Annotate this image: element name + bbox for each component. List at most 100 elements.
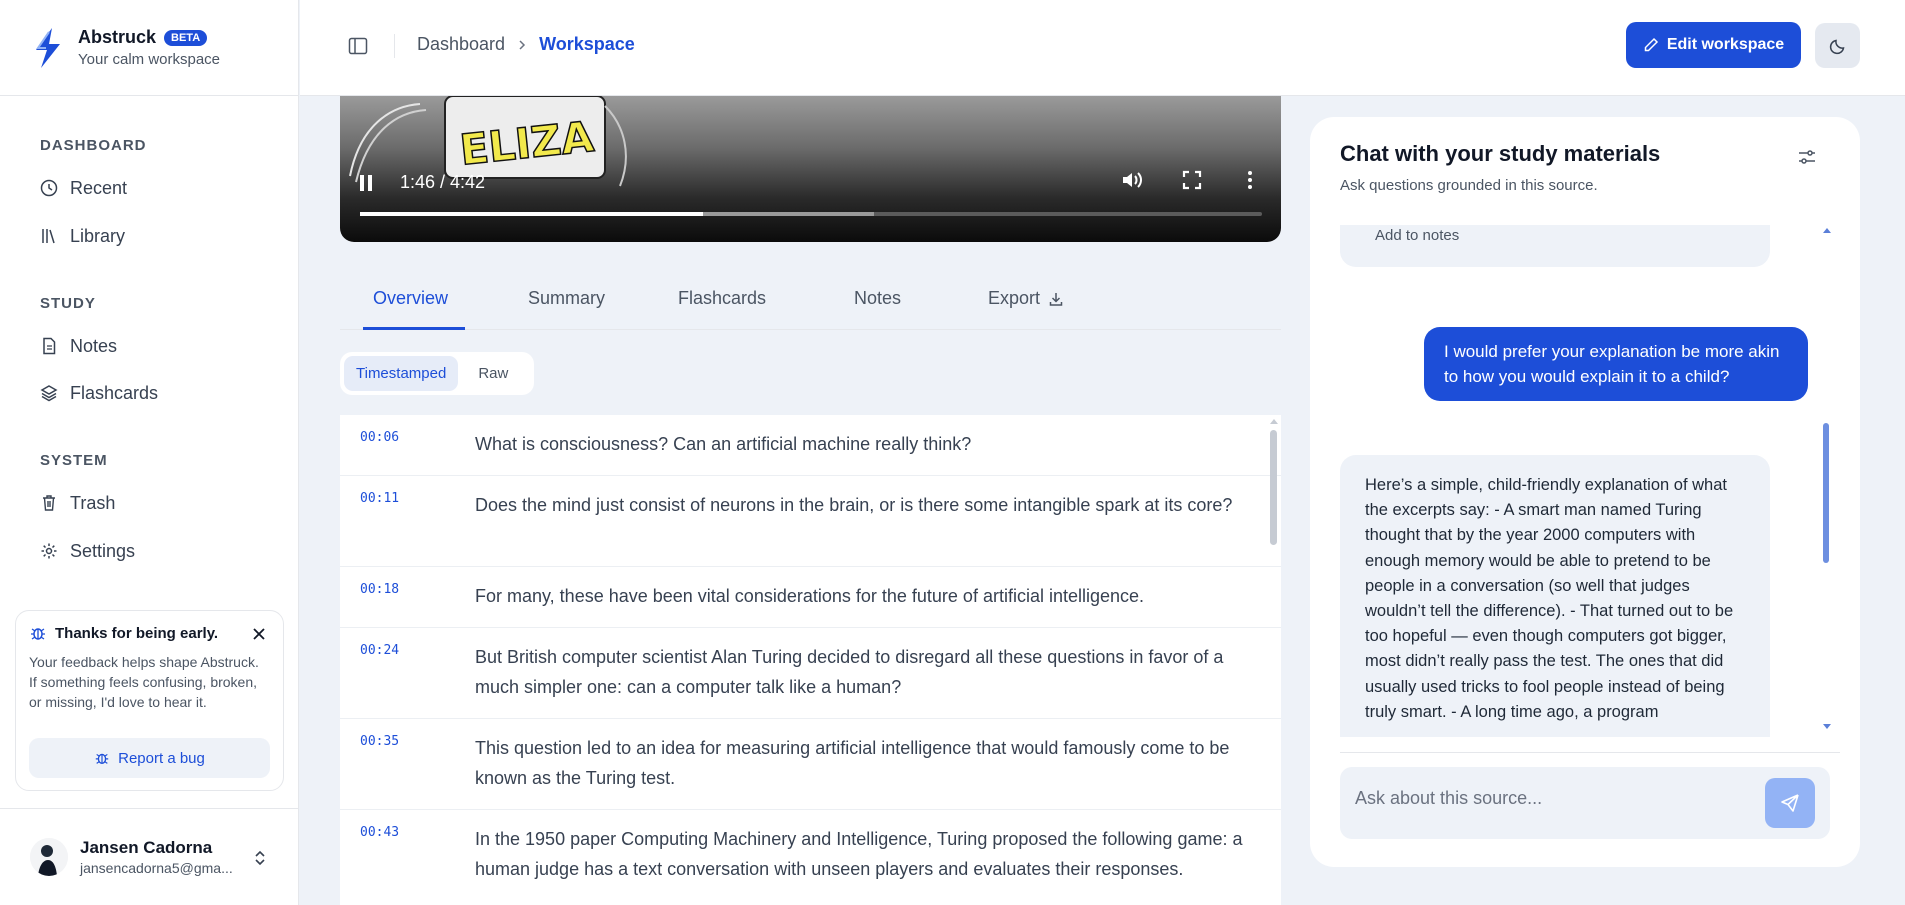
tab-summary[interactable]: Summary <box>528 288 605 309</box>
chevron-up-down-icon[interactable] <box>253 849 267 867</box>
beta-badge: BETA <box>164 29 208 46</box>
sidebar-item-library[interactable]: Library <box>40 224 147 248</box>
sidebar: Abstruck BETA Your calm workspace DASHBO… <box>0 0 299 905</box>
feedback-text: Your feedback helps shape Abstruck. If s… <box>29 654 259 710</box>
close-icon[interactable] <box>252 627 266 641</box>
sidebar-item-trash[interactable]: Trash <box>40 491 135 515</box>
pencil-icon <box>1644 37 1658 52</box>
gear-icon <box>41 543 57 559</box>
breadcrumb-workspace: Workspace <box>539 34 635 54</box>
scroll-up-arrow-icon[interactable] <box>1822 226 1832 234</box>
pause-icon[interactable] <box>358 174 374 192</box>
transcript-row: 00:06 What is consciousness? Can an arti… <box>340 415 1281 476</box>
edit-workspace-label: Edit workspace <box>1666 36 1785 53</box>
progress-track[interactable] <box>360 212 1262 216</box>
send-button[interactable] <box>1765 778 1815 828</box>
divider <box>394 34 395 58</box>
timestamp-link[interactable]: 00:24 <box>360 643 399 658</box>
sidebar-item-label: Library <box>70 225 126 246</box>
played-bar <box>360 212 703 216</box>
transcript-text: Does the mind just consist of neurons in… <box>475 495 1233 515</box>
report-bug-label: Report a bug <box>118 749 205 767</box>
active-tab-indicator <box>363 327 465 330</box>
sliders-icon[interactable] <box>1797 147 1817 167</box>
message-list: Add to notes I would prefer your explana… <box>1340 225 1830 737</box>
assistant-message: Here’s a simple, child-friendly explanat… <box>1340 455 1770 737</box>
timestamp-link[interactable]: 00:35 <box>360 734 399 749</box>
fullscreen-icon[interactable] <box>1180 168 1204 192</box>
transcript-list: 00:06 What is consciousness? Can an arti… <box>340 415 1281 905</box>
divider <box>1340 752 1840 753</box>
nav-heading: SYSTEM <box>40 452 108 469</box>
mode-raw[interactable]: Raw <box>466 356 520 391</box>
transcript-text: But British computer scientist Alan Turi… <box>475 647 1224 697</box>
nav-section-study: STUDY Notes Flashcards <box>0 295 158 405</box>
send-icon <box>1781 794 1799 812</box>
transcript-row: 00:18 For many, these have been vital co… <box>340 567 1281 628</box>
report-bug-button[interactable]: Report a bug <box>29 738 270 778</box>
feedback-card: Thanks for being early. Your feedback he… <box>15 610 284 791</box>
timestamp-link[interactable]: 00:18 <box>360 582 399 597</box>
nav-section-system: SYSTEM Trash Settings <box>0 452 135 563</box>
transcript-row: 00:35 This question led to an idea for m… <box>340 719 1281 810</box>
edit-workspace-button[interactable]: Edit workspace <box>1626 22 1801 68</box>
mode-timestamped[interactable]: Timestamped <box>344 356 459 391</box>
clock-icon <box>40 179 58 197</box>
brand-name: Abstruck <box>78 27 157 47</box>
volume-icon[interactable] <box>1120 168 1144 192</box>
video-player[interactable]: ELIZA 1:46 / 4:42 <box>340 96 1281 242</box>
chat-title: Chat with your study materials <box>1340 141 1661 166</box>
sidebar-item-label: Notes <box>70 335 118 356</box>
sidebar-item-flashcards[interactable]: Flashcards <box>40 381 158 405</box>
assistant-message-footer: Add to notes <box>1340 225 1770 267</box>
tab-export[interactable]: Export <box>988 288 1064 309</box>
user-menu[interactable]: Jansen Cadorna jansencadorna5@gma... <box>0 808 299 905</box>
tab-flashcards[interactable]: Flashcards <box>678 288 766 309</box>
transcript-text: In the 1950 paper Computing Machinery an… <box>475 829 1243 879</box>
breadcrumb-dashboard[interactable]: Dashboard <box>417 34 505 55</box>
user-email: jansencadorna5@gma... <box>80 860 233 876</box>
transcript-row: 00:24 But British computer scientist Ala… <box>340 628 1281 719</box>
brand: Abstruck BETA Your calm workspace <box>0 0 298 96</box>
chat-scrollbar-thumb[interactable] <box>1823 423 1829 563</box>
sidebar-item-label: Settings <box>70 540 136 561</box>
chat-input-box <box>1340 767 1830 839</box>
sidebar-item-label: Trash <box>70 492 116 513</box>
scroll-up-arrow-icon[interactable] <box>1269 417 1279 425</box>
document-icon <box>43 337 56 355</box>
timestamp-link[interactable]: 00:11 <box>360 491 399 506</box>
content-tabs: Overview Summary Flashcards Notes Export <box>340 270 1281 330</box>
avatar <box>30 838 68 876</box>
sidebar-item-notes[interactable]: Notes <box>40 334 158 358</box>
sidebar-item-recent[interactable]: Recent <box>40 176 147 200</box>
chevron-right-icon <box>519 39 526 50</box>
sidebar-toggle-icon[interactable] <box>348 36 368 56</box>
breadcrumb: Dashboard Workspace <box>417 34 635 55</box>
bug-icon <box>31 628 45 640</box>
sidebar-item-settings[interactable]: Settings <box>40 539 135 563</box>
tab-export-label: Export <box>988 288 1041 308</box>
trash-icon <box>43 495 55 511</box>
timestamp-link[interactable]: 00:06 <box>360 430 399 445</box>
theme-toggle-button[interactable] <box>1815 23 1860 68</box>
nav-heading: STUDY <box>40 295 96 312</box>
transcript-text: What is consciousness? Can an artificial… <box>475 434 972 454</box>
transcript-text: This question led to an idea for measuri… <box>475 738 1230 788</box>
transcript-text: For many, these have been vital consider… <box>475 586 1145 606</box>
user-message: I would prefer your explanation be more … <box>1424 327 1808 401</box>
video-frame: ELIZA <box>349 96 627 187</box>
video-time: 1:46 / 4:42 <box>400 172 486 192</box>
sidebar-item-label: Recent <box>70 177 128 198</box>
tab-notes[interactable]: Notes <box>854 288 901 309</box>
timestamp-link[interactable]: 00:43 <box>360 825 399 840</box>
moon-icon <box>1829 39 1844 54</box>
scroll-down-arrow-icon[interactable] <box>1822 723 1832 731</box>
more-options-icon[interactable] <box>1238 168 1262 192</box>
chat-panel: Chat with your study materials Ask quest… <box>1310 117 1860 867</box>
add-to-notes-button[interactable]: Add to notes <box>1375 227 1459 244</box>
tab-overview[interactable]: Overview <box>373 288 448 309</box>
nav-heading: DASHBOARD <box>40 137 147 154</box>
transcript-row: 00:11 Does the mind just consist of neur… <box>340 476 1281 567</box>
chat-input[interactable] <box>1355 783 1735 813</box>
transcript-scrollbar-thumb[interactable] <box>1270 430 1277 545</box>
